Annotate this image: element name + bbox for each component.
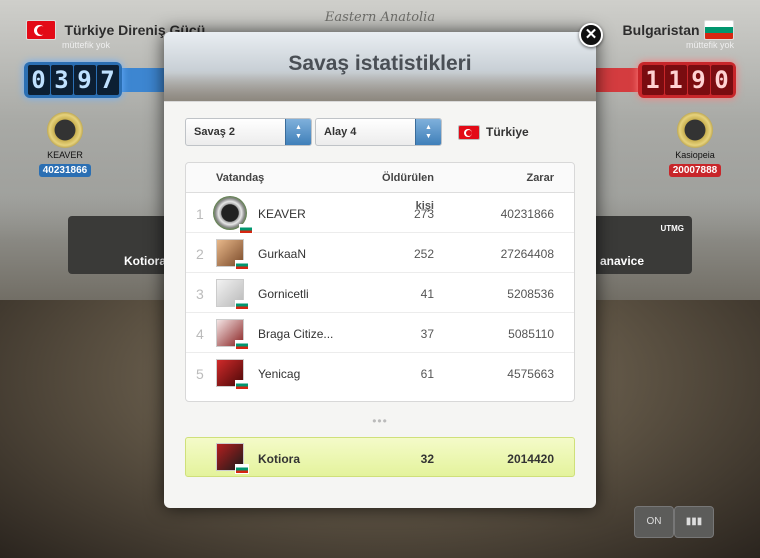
hero-name: Kasiopeia [675,150,715,160]
battle-stats-modal: Savaş istatistikleri Savaş 2 ▲ ▼ Alay 4 ▲… [164,32,596,508]
citizen-name: Gornicetli [258,287,309,301]
column-header-kills: Öldürülen [382,172,434,184]
counter-digit: 9 [73,65,96,95]
table-row[interactable]: 2 GurkaaN 252 27264408 [186,233,574,273]
left-score-counter: 0397 [24,62,122,98]
right-top-hero[interactable]: Kasiopeia 20007888 [660,112,730,178]
table-row[interactable]: 4 Braga Citize... 37 5085110 [186,313,574,353]
battle-select[interactable]: Savaş 2 ▲ ▼ [185,118,312,146]
own-stats-row[interactable]: Kotiora 32 2014420 [185,437,575,477]
right-division-label: anavice [600,254,645,268]
bulgaria-flag-icon [704,20,734,40]
citizen-name: Braga Citize... [258,327,334,341]
turkey-flag-icon [26,20,56,40]
avatar [216,319,249,350]
bulgaria-flag-icon [235,464,249,474]
left-division-label: Kotiora [124,254,166,268]
column-header-citizen: Vatandaş [216,172,265,184]
bar-chart-icon: ▮▮▮ [685,516,703,527]
kills-value: 252 [413,247,434,261]
damage-value: 27264408 [500,247,554,261]
hero-medal-icon [47,112,83,148]
citizen-name: Yenicag [258,367,301,381]
modal-header: Savaş istatistikleri [164,32,596,102]
damage-value: 40231866 [500,207,554,221]
on-label: ON [646,516,662,527]
turkey-flag-icon [458,125,480,141]
select-arrows-icon: ▲ ▼ [285,119,311,145]
round-select-value: Alay 4 [324,126,357,138]
avatar [213,196,253,234]
kills-value: 32 [420,452,434,466]
hero-damage-value: 20007888 [668,164,722,177]
citizen-name: GurkaaN [258,247,307,261]
table-header: Vatandaş Öldürülen Zarar [186,163,574,193]
country-switch[interactable]: Türkiye [458,118,529,146]
right-country-name: Bulgaristan [622,22,700,38]
right-division-card[interactable]: anavice UTMG [592,216,692,274]
right-side-header: Bulgaristan müttefik yok [623,20,734,50]
counter-digit: 3 [50,65,73,95]
avatar [216,359,249,390]
left-division-card[interactable]: Kotiora [68,216,168,274]
rank-number: 1 [196,206,204,222]
sound-toggle-button[interactable]: ON [634,506,674,538]
more-rows-indicator: ••• [372,414,388,428]
avatar [216,279,249,310]
country-name: Türkiye [486,125,529,139]
filter-controls: Savaş 2 ▲ ▼ Alay 4 ▲ ▼ Türkiye [185,118,585,146]
table-row[interactable]: 5 Yenicag 61 4575663 [186,353,574,393]
table-row[interactable]: 1 KEAVER 273 40231866 [186,193,574,234]
right-division-badge: UTMG [660,224,684,233]
counter-digit: 1 [664,65,687,95]
kills-value: 37 [420,327,434,341]
right-allies-text: müttefik yok [685,40,734,50]
modal-title: Savaş istatistikleri [288,52,472,75]
avatar [216,443,249,474]
hero-damage-value: 40231866 [38,164,92,177]
citizen-name: Kotiora [258,452,300,466]
round-select[interactable]: Alay 4 ▲ ▼ [315,118,442,146]
bulgaria-flag-icon [235,300,249,310]
bulgaria-flag-icon [235,260,249,270]
kills-value: 61 [420,367,434,381]
stats-table: Vatandaş Öldürülen Zarar kişi 1 KEAVER 2… [185,162,575,402]
damage-value: 2014420 [507,452,554,466]
citizen-name: KEAVER [258,207,306,221]
counter-digit: 1 [641,65,664,95]
avatar [216,239,249,270]
hero-name: KEAVER [47,150,83,160]
kills-value: 273 [413,207,434,221]
column-header-damage: Zarar [526,172,554,184]
select-arrows-icon: ▲ ▼ [415,119,441,145]
damage-value: 5208536 [507,287,554,301]
right-score-counter: 1190 [638,62,736,98]
counter-digit: 0 [27,65,50,95]
bulgaria-flag-icon [235,380,249,390]
city-skyline-image [164,73,596,101]
close-icon: ✕ [584,26,598,43]
counter-digit: 7 [96,65,119,95]
damage-value: 4575663 [507,367,554,381]
counter-digit: 0 [710,65,733,95]
rank-number: 3 [196,286,204,302]
rank-number: 5 [196,366,204,382]
bulgaria-flag-icon [235,340,249,350]
battle-select-value: Savaş 2 [194,126,235,138]
rank-number: 2 [196,246,204,262]
hero-medal-icon [677,112,713,148]
kills-value: 41 [420,287,434,301]
damage-value: 5085110 [508,327,554,341]
stats-button[interactable]: ▮▮▮ [674,506,714,538]
left-top-hero[interactable]: KEAVER 40231866 [30,112,100,178]
counter-digit: 9 [687,65,710,95]
table-row[interactable]: 3 Gornicetli 41 5208536 [186,273,574,313]
rank-number: 4 [196,326,204,342]
close-button[interactable]: ✕ [579,23,603,47]
